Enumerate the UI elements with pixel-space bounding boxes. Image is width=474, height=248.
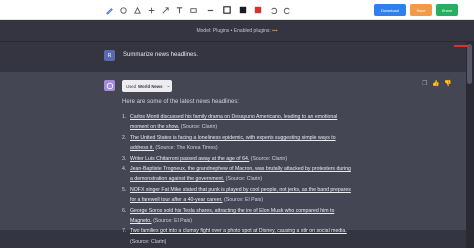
- crop-icon[interactable]: [146, 5, 156, 15]
- plugin-name: World News: [138, 83, 163, 89]
- list-item: 7. Two families got into a clumsy fight o…: [122, 228, 347, 245]
- headline-link[interactable]: Two families got into a clumsy fight ove…: [130, 228, 347, 234]
- headline-source: (Source: Clarin): [179, 124, 218, 131]
- redo-icon[interactable]: [282, 5, 292, 15]
- line-icon[interactable]: [205, 5, 215, 15]
- fill-color-swatch[interactable]: [238, 5, 248, 15]
- model-topbar: Model: Plugins • Enabled plugins: ▪▪▪: [0, 20, 474, 42]
- thumbs-up-icon[interactable]: 👍: [432, 81, 439, 87]
- red-color-swatch[interactable]: [253, 5, 263, 15]
- annotation-arrow-mark: [454, 45, 468, 47]
- headline-source: (Source: Clarin): [249, 155, 288, 162]
- share-button[interactable]: Share: [436, 4, 458, 16]
- headline-list: 1. Carlos Monti discussed his family dram…: [122, 112, 354, 247]
- list-item: 1. Carlos Monti discussed his family dram…: [122, 114, 338, 131]
- save-button[interactable]: Save: [410, 4, 432, 16]
- stroke-color-swatch[interactable]: [222, 5, 232, 15]
- headline-source: (Source: El Pais): [222, 197, 263, 204]
- message-actions: ❐ 👍 👎: [422, 80, 452, 87]
- undo-icon[interactable]: [268, 5, 278, 15]
- scrollbar-thumb[interactable]: [467, 44, 472, 84]
- text-icon[interactable]: [174, 5, 184, 15]
- list-item: 4. Jean-Baptiste Trogneux, the grandnephe…: [122, 166, 351, 183]
- brush-icon[interactable]: [118, 5, 128, 15]
- headline-source: (Source: Clarin): [224, 176, 263, 183]
- model-info: Model: Plugins • Enabled plugins:: [196, 28, 271, 34]
- list-item: 6. George Soros sold his Tesla shares, at…: [122, 207, 335, 225]
- headline-source: (Source: Clarin): [130, 238, 167, 245]
- list-item: 5. NOFX singer Fat Mike stated that punk …: [122, 186, 351, 204]
- list-item: 2. The United States is facing a loneline…: [122, 134, 336, 152]
- headline-source: (Source: The Korea Times): [153, 145, 218, 152]
- editor-toolbar: Download Save Share: [0, 0, 474, 20]
- download-button[interactable]: Download: [374, 4, 406, 16]
- plugin-used-pill[interactable]: Used World News ⌄: [122, 80, 172, 92]
- chevron-down-icon: ⌄: [166, 83, 171, 88]
- user-message: Summarize news headlines.: [123, 52, 199, 58]
- eraser-icon[interactable]: [188, 5, 198, 15]
- copy-icon[interactable]: ❐: [422, 81, 427, 87]
- headline-link[interactable]: Writer Luis Chitarroni passed away at th…: [130, 156, 249, 162]
- headline-link[interactable]: Carlos Monti discussed his family drama …: [130, 114, 337, 130]
- assistant-logo-icon: [106, 82, 113, 89]
- avatar: R: [104, 50, 115, 61]
- shape-icon[interactable]: [132, 5, 142, 15]
- headline-source: (Source: El Pais): [151, 218, 193, 225]
- assistant-intro: Here are some of the latest news headlin…: [122, 99, 240, 105]
- pen-icon[interactable]: [104, 5, 114, 15]
- assistant-avatar: [104, 80, 115, 91]
- list-item: 3. Writer Luis Chitarroni passed away at …: [122, 155, 288, 162]
- thumbs-down-icon[interactable]: 👎: [444, 81, 451, 87]
- arrow-icon[interactable]: [160, 5, 170, 15]
- plugin-used-prefix: Used: [126, 83, 137, 89]
- plugin-icons: ▪▪▪: [272, 28, 278, 34]
